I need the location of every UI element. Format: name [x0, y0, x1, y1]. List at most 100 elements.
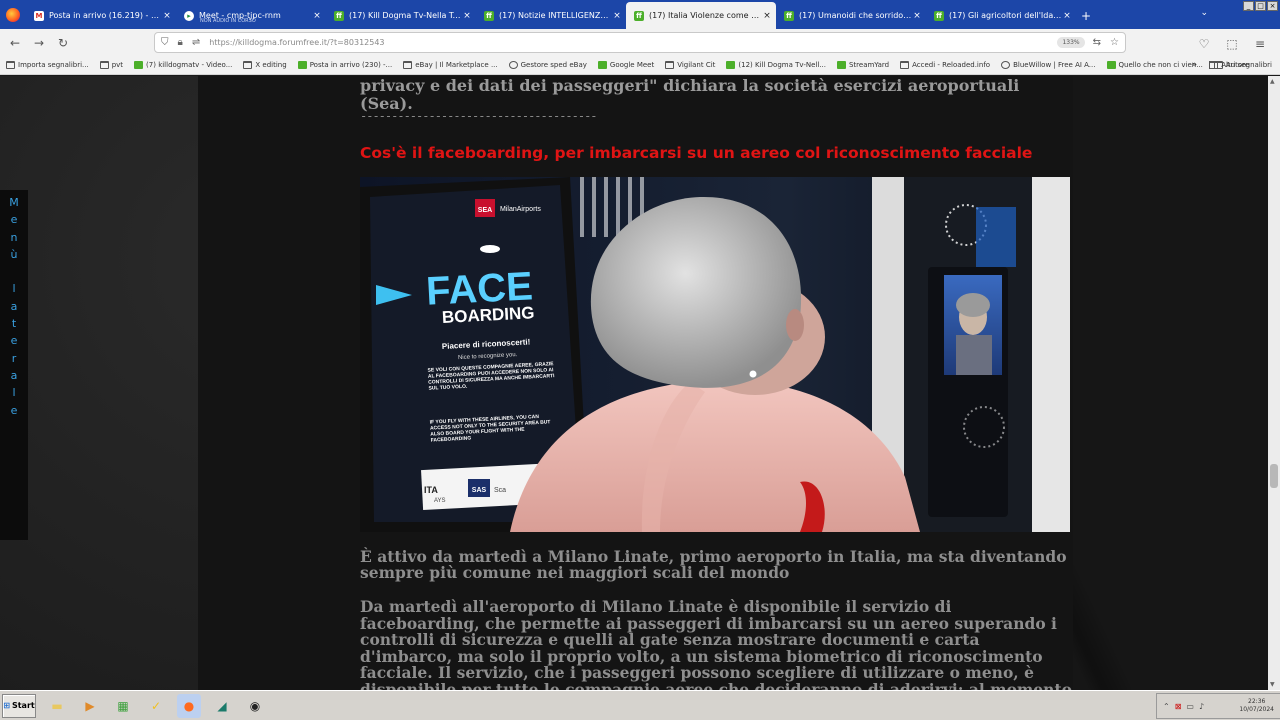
maximize-button[interactable]: □ — [1255, 1, 1266, 11]
bookmark-item[interactable]: Quello che non ci vien... — [1106, 61, 1203, 69]
pocket-icon[interactable]: ♡ — [1192, 32, 1216, 56]
folder-icon — [243, 61, 253, 69]
forum-icon: ff — [484, 10, 494, 21]
reload-icon[interactable]: ↻ — [51, 31, 75, 55]
bookmark-item[interactable]: X editing — [243, 61, 287, 69]
bookmark-item[interactable]: (7) killdogmatv - Video... — [134, 61, 232, 69]
side-menu-letter: a — [10, 368, 18, 382]
tab-5[interactable]: ff (17) Umanoidi che sorridono e cor× — [776, 2, 926, 29]
divider-line: -------------------------------------- — [360, 109, 598, 123]
lock-icon[interactable]: 🔒︎ — [178, 37, 183, 48]
tab-label: (17) Umanoidi che sorridono e cor — [799, 11, 912, 20]
tab-1[interactable]: ▸ Meet - cmp-tjpc-rnm NON AUDIO IN CORSO × — [176, 2, 326, 29]
bookmark-label: eBay | Il Marketplace ... — [415, 61, 498, 69]
poster-logo-ita: ITA — [424, 485, 438, 495]
permissions-icon[interactable]: ⇌ — [192, 37, 200, 48]
clock-date: 10/07/2024 — [1239, 706, 1274, 713]
favicon-icon — [134, 61, 144, 69]
folder-icon[interactable]: ▬ — [45, 694, 69, 718]
bookmark-item[interactable]: BlueWillow | Free AI A... — [1001, 61, 1096, 69]
back-arrow-icon[interactable]: ← — [3, 31, 27, 55]
chevron-more-icon[interactable]: » — [1192, 60, 1198, 70]
clock[interactable]: 22:36 10/07/2024 — [1239, 698, 1274, 714]
zoom-level[interactable]: 133% — [1057, 37, 1085, 48]
firefox-icon[interactable]: ● — [177, 693, 201, 718]
close-tab-icon[interactable]: × — [612, 11, 622, 21]
favicon-icon — [297, 61, 307, 69]
network-icon[interactable]: ⊠ — [1175, 702, 1182, 711]
scroll-thumb[interactable] — [1270, 464, 1278, 488]
editor-icon[interactable]: ◢ — [210, 694, 234, 718]
bookmark-item[interactable]: (12) Kill Dogma Tv-Nell... — [726, 61, 826, 69]
bookmark-label: BlueWillow | Free AI A... — [1013, 61, 1096, 69]
page-scrollbar[interactable]: ▲ ▼ — [1268, 76, 1280, 690]
start-label: Start — [11, 701, 35, 710]
obs-icon[interactable]: ◉ — [243, 694, 267, 718]
bookmark-star-icon[interactable]: ☆ — [1110, 37, 1119, 48]
bookmark-item[interactable]: Importa segnalibri... — [6, 61, 89, 69]
bookmark-item[interactable]: Gestore sped eBay — [508, 61, 587, 69]
bookmark-item[interactable]: Vigilant Cit — [665, 61, 715, 69]
minimize-button[interactable]: _ — [1243, 1, 1254, 11]
close-window-button[interactable]: × — [1267, 1, 1278, 11]
article-paragraph: privacy e dei dati dei passeggeri" dichi… — [360, 76, 1020, 113]
bookmark-item[interactable]: pvt — [99, 61, 124, 69]
close-tab-icon[interactable]: × — [162, 11, 172, 21]
article-body: Da martedì all'aeroporto di Milano Linat… — [360, 597, 1072, 690]
bookmark-item[interactable]: Google Meet — [597, 61, 654, 69]
tab-3[interactable]: ff (17) Notizie INTELLIGENZA ARTIFI× — [476, 2, 626, 29]
scroll-down-icon[interactable]: ▼ — [1270, 681, 1275, 688]
poster-logo-sas-sub: Sca — [494, 487, 506, 494]
tab-bar: MPosta in arrivo (16.219) - davena×▸Meet… — [0, 0, 1280, 29]
scroll-up-icon[interactable]: ▲ — [1270, 78, 1275, 85]
folder-icon — [99, 61, 109, 69]
tab-label: Posta in arrivo (16.219) - davena — [49, 11, 162, 20]
folder-icon — [900, 61, 910, 69]
gmail-icon: M — [34, 10, 44, 21]
close-tab-icon[interactable]: × — [312, 11, 322, 21]
new-tab-button[interactable]: + — [1076, 2, 1096, 29]
url-bar[interactable]: ⛉ 🔒︎ ⇌ https://killdogma.forumfree.it/?t… — [154, 32, 1126, 53]
bookmark-item[interactable]: StreamYard — [836, 61, 889, 69]
other-bookmarks[interactable]: » Altri segnalibri — [1192, 60, 1272, 70]
bookmark-item[interactable]: Posta in arrivo (230) -... — [297, 61, 392, 69]
tray-expand-icon[interactable]: ⌃ — [1163, 702, 1170, 711]
tab-0[interactable]: M Posta in arrivo (16.219) - davena× — [26, 2, 176, 29]
menu-hamburger-icon[interactable]: ≡ — [1248, 32, 1272, 56]
tab-sublabel: NON AUDIO IN CORSO — [200, 18, 256, 24]
globe-icon — [508, 61, 518, 69]
bookmark-item[interactable]: eBay | Il Marketplace ... — [403, 61, 498, 69]
close-tab-icon[interactable]: × — [762, 11, 772, 21]
tab-6[interactable]: ff (17) Gli agricoltori dell'Idaho veng× — [926, 2, 1076, 29]
poster-sea-logo: SEA — [478, 207, 492, 214]
bookmarks-list: Importa segnalibri... pvt (7) killdogmatv … — [6, 61, 1260, 69]
tab-4[interactable]: ff (17) Italia Violenze come Problema× — [626, 2, 776, 29]
close-tab-icon[interactable]: × — [1062, 11, 1072, 21]
tab-label: (17) Italia Violenze come Problema — [649, 11, 762, 20]
volume-icon[interactable]: ♪ — [1199, 702, 1204, 711]
media-player-icon[interactable]: ▶ — [78, 694, 102, 718]
display-icon[interactable]: ▭ — [1186, 702, 1194, 711]
norton-icon[interactable]: ✓ — [144, 694, 168, 718]
tab-2[interactable]: ff (17) Kill Dogma Tv-Nella Tana del Il× — [326, 2, 476, 29]
bookmark-label: pvt — [111, 61, 124, 69]
meet-icon: ▸ — [184, 10, 194, 21]
extensions-icon[interactable]: ⬚ — [1220, 32, 1244, 56]
translate-icon[interactable]: ⇆ — [1093, 37, 1101, 48]
globe-icon — [1001, 61, 1011, 69]
close-tab-icon[interactable]: × — [912, 11, 922, 21]
page-viewport: Menù laterale privacy e dei dati dei pas… — [0, 76, 1268, 690]
tab-list-chevron-icon[interactable]: ⌄ — [1200, 8, 1208, 18]
article-subtitle: È attivo da martedì a Milano Linate, pri… — [360, 547, 1067, 582]
close-tab-icon[interactable]: × — [462, 11, 472, 21]
firefox-menu-icon[interactable] — [0, 0, 26, 29]
bookmark-item[interactable]: Accedi - Reloaded.info — [900, 61, 990, 69]
tracking-shield-icon[interactable]: ⛉ — [161, 37, 169, 48]
paint-icon[interactable]: ▦ — [111, 694, 135, 718]
side-menu-tab[interactable]: Menù laterale — [0, 190, 28, 540]
start-button[interactable]: ⊞ Start — [2, 693, 36, 718]
url-text[interactable]: https://killdogma.forumfree.it/?t=803125… — [209, 38, 1057, 47]
tab-label: (17) Gli agricoltori dell'Idaho veng — [949, 11, 1062, 20]
favicon-icon — [597, 61, 607, 69]
forward-arrow-icon[interactable]: → — [27, 31, 51, 55]
